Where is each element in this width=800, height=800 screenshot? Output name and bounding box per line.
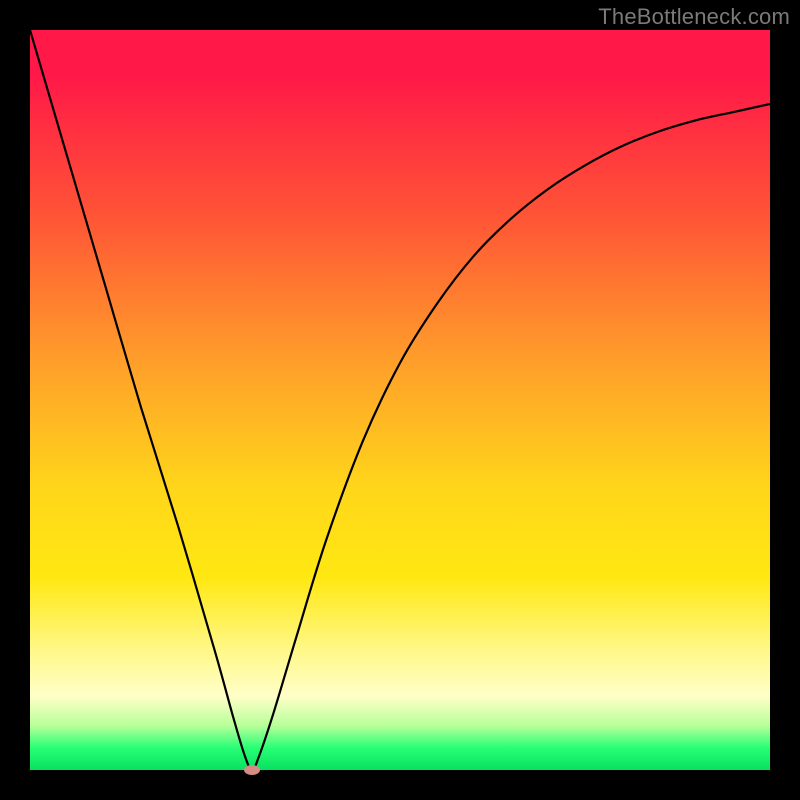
curve-min-marker [244,765,260,775]
curve-svg [30,30,770,770]
bottleneck-curve-path [30,30,770,770]
chart-frame: TheBottleneck.com [0,0,800,800]
plot-area [30,30,770,770]
watermark-text: TheBottleneck.com [598,4,790,30]
